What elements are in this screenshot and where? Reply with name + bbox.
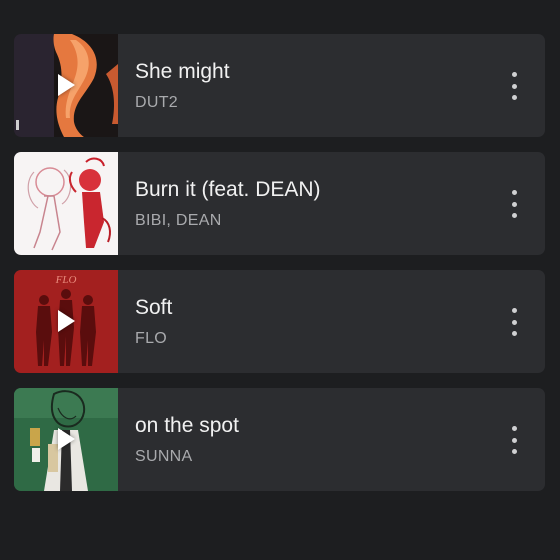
album-cover[interactable] (14, 388, 118, 491)
track-artist: BIBI, DEAN (135, 211, 222, 229)
burn-it-cover-art (14, 152, 118, 255)
more-options-icon[interactable] (509, 190, 519, 218)
dot (511, 201, 517, 207)
dot (511, 213, 517, 218)
track-row[interactable]: Burn it (feat. DEAN) BIBI, DEAN (14, 152, 545, 255)
track-info: Burn it (feat. DEAN) BIBI, DEAN (118, 177, 545, 231)
svg-text:FLO: FLO (55, 274, 77, 286)
dot (511, 72, 517, 77)
dot (511, 83, 517, 89)
dot (511, 331, 517, 336)
dot (511, 308, 517, 313)
play-icon[interactable] (58, 310, 75, 332)
track-artist: FLO (135, 329, 168, 347)
track-title: Burn it (feat. DEAN) (135, 177, 321, 201)
track-artist: SUNNA (135, 447, 193, 465)
album-cover[interactable] (14, 152, 118, 255)
track-artist: DUT2 (135, 93, 178, 111)
dot (511, 426, 517, 431)
track-row[interactable]: FLO Soft FLO (14, 270, 545, 373)
dot (511, 95, 517, 100)
album-cover[interactable]: FLO (14, 270, 118, 373)
dot (511, 190, 517, 195)
track-info: Soft FLO (118, 295, 545, 349)
dot (511, 449, 517, 454)
track-list: She might DUT2 Burn it (feat. DEAN) BIBI… (14, 34, 545, 506)
track-info: She might DUT2 (118, 59, 545, 113)
track-info: on the spot SUNNA (118, 413, 545, 467)
play-icon[interactable] (58, 74, 75, 96)
album-cover[interactable] (14, 34, 118, 137)
track-row[interactable]: She might DUT2 (14, 34, 545, 137)
track-title: Soft (135, 295, 173, 319)
play-icon[interactable] (58, 428, 75, 450)
track-title: She might (135, 59, 230, 83)
more-options-icon[interactable] (509, 308, 519, 336)
track-title: on the spot (135, 413, 239, 437)
track-row[interactable]: on the spot SUNNA (14, 388, 545, 491)
more-options-icon[interactable] (509, 72, 519, 100)
dot (511, 319, 517, 325)
more-options-icon[interactable] (509, 426, 519, 454)
dot (511, 437, 517, 443)
